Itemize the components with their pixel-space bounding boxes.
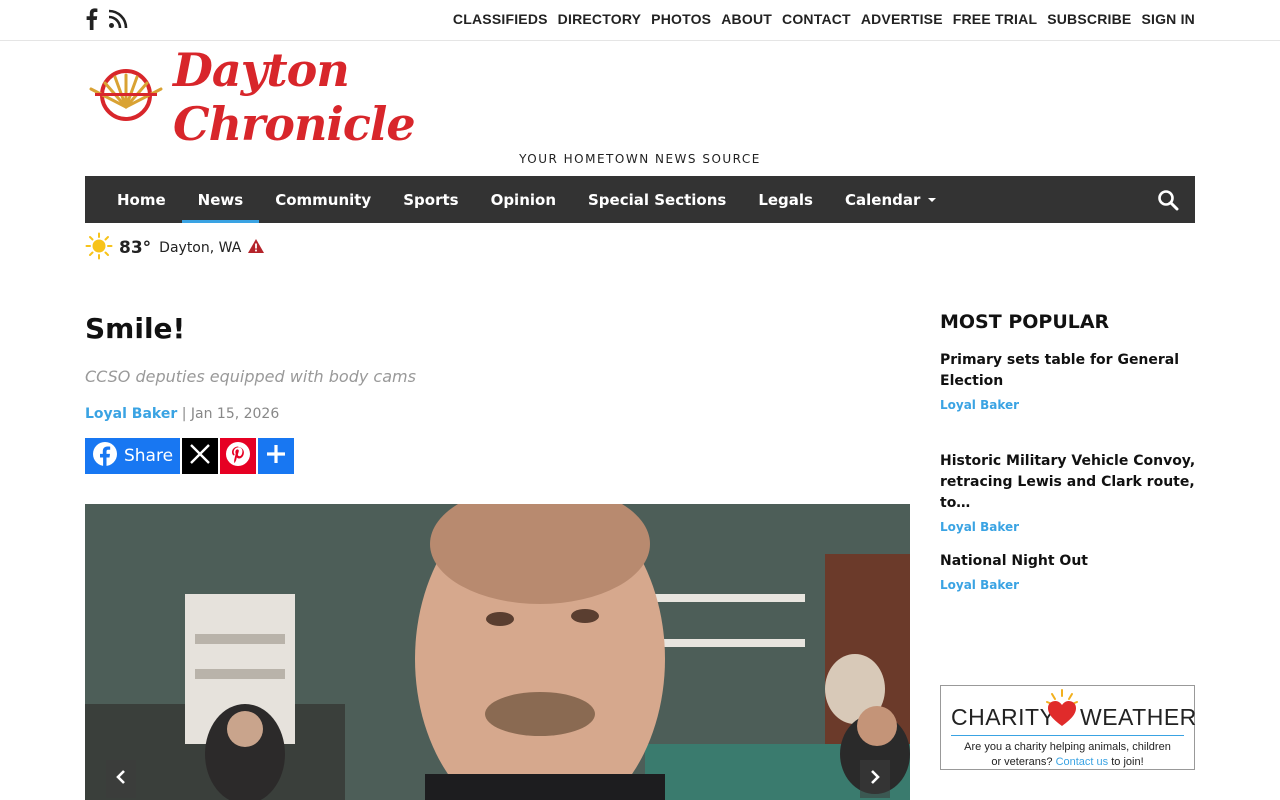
- sun-icon: [85, 232, 113, 264]
- ad-contact-link[interactable]: Contact us: [1056, 756, 1109, 768]
- share-label: Share: [123, 446, 174, 466]
- author-link[interactable]: Loyal Baker: [85, 406, 177, 422]
- rss-icon[interactable]: [108, 9, 128, 29]
- plus-icon: [265, 443, 287, 469]
- popular-item[interactable]: Primary sets table for General Election …: [940, 350, 1198, 412]
- more-share-button[interactable]: [258, 438, 294, 474]
- weather-temp: 83°: [119, 238, 152, 258]
- social-links: [85, 8, 128, 30]
- nav-opinion[interactable]: Opinion: [475, 176, 572, 223]
- popular-item-title[interactable]: Historic Military Vehicle Convoy, retrac…: [940, 451, 1198, 514]
- article-subhead: CCSO deputies equipped with body cams: [85, 367, 416, 386]
- ad-divider: [951, 735, 1184, 736]
- advertise-link[interactable]: ADVERTISE: [861, 11, 943, 27]
- facebook-circle-icon: [92, 441, 118, 472]
- utility-nav: CLASSIFIEDS DIRECTORY PHOTOS ABOUT CONTA…: [453, 11, 1195, 27]
- weather-widget[interactable]: 83° Dayton, WA: [85, 232, 265, 264]
- article-photo[interactable]: [85, 504, 910, 800]
- nav-special-sections[interactable]: Special Sections: [572, 176, 742, 223]
- most-popular-heading: MOST POPULAR: [940, 311, 1110, 333]
- ad-text-line1: Are you a charity helping animals, child…: [964, 741, 1171, 753]
- facebook-icon[interactable]: [85, 8, 98, 30]
- nav-legals[interactable]: Legals: [742, 176, 829, 223]
- site-logo[interactable]: Dayton Chronicle: [85, 43, 530, 151]
- popular-item-author[interactable]: Loyal Baker: [940, 398, 1198, 412]
- charity-weather-ad[interactable]: CHARITY WEATHER Are you a charity helpin…: [940, 685, 1197, 770]
- article-byline: Loyal Baker | Jan 15, 2026: [85, 406, 279, 422]
- ad-word-charity: CHARITY: [951, 704, 1056, 730]
- chevron-right-icon: [869, 769, 881, 789]
- chevron-left-icon: [115, 769, 127, 789]
- ad-text-line2: or veterans? Contact us to join!: [941, 755, 1194, 770]
- sign-in-link[interactable]: SIGN IN: [1141, 11, 1195, 27]
- popular-item-author[interactable]: Loyal Baker: [940, 520, 1198, 534]
- popular-item-title[interactable]: National Night Out: [940, 551, 1198, 572]
- article-date: Jan 15, 2026: [190, 406, 280, 422]
- chevron-down-icon: [928, 197, 937, 202]
- article-headline: Smile!: [85, 312, 186, 345]
- site-name: Dayton Chronicle: [173, 43, 416, 151]
- classifieds-link[interactable]: CLASSIFIEDS: [453, 11, 548, 27]
- pinterest-share-button[interactable]: [220, 438, 256, 474]
- ad-word-weather: WEATHER: [1080, 704, 1197, 730]
- nav-news[interactable]: News: [181, 176, 260, 223]
- wheat-emblem-icon: [85, 67, 167, 127]
- share-bar: Share: [85, 438, 294, 474]
- subscribe-link[interactable]: SUBSCRIBE: [1047, 11, 1131, 27]
- ad-text: Are you a charity helping animals, child…: [941, 740, 1194, 770]
- gallery-next-button[interactable]: [860, 760, 890, 798]
- gallery-prev-button[interactable]: [106, 760, 136, 798]
- ad-text-line2a: or veterans?: [991, 756, 1053, 768]
- popular-item-title[interactable]: Primary sets table for General Election: [940, 350, 1198, 392]
- directory-link[interactable]: DIRECTORY: [558, 11, 641, 27]
- x-logo-icon: [189, 443, 211, 469]
- x-share-button[interactable]: [182, 438, 218, 474]
- search-icon[interactable]: [1157, 189, 1179, 215]
- popular-item[interactable]: National Night Out Loyal Baker: [940, 551, 1198, 592]
- heart-sun-icon: [1045, 688, 1079, 732]
- popular-item-author[interactable]: Loyal Baker: [940, 578, 1198, 592]
- nav-calendar[interactable]: Calendar: [829, 176, 952, 223]
- warning-icon[interactable]: [247, 238, 265, 258]
- nav-community[interactable]: Community: [259, 176, 387, 223]
- top-utility-bar: CLASSIFIEDS DIRECTORY PHOTOS ABOUT CONTA…: [0, 0, 1280, 41]
- site-tagline: YOUR HOMETOWN NEWS SOURCE: [519, 152, 761, 166]
- facebook-share-button[interactable]: Share: [85, 438, 180, 474]
- nav-calendar-label: Calendar: [845, 190, 921, 209]
- about-link[interactable]: ABOUT: [721, 11, 772, 27]
- photos-link[interactable]: PHOTOS: [651, 11, 711, 27]
- nav-sports[interactable]: Sports: [387, 176, 474, 223]
- main-nav: Home News Community Sports Opinion Speci…: [85, 176, 1195, 223]
- contact-link[interactable]: CONTACT: [782, 11, 851, 27]
- pinterest-icon: [225, 441, 251, 471]
- free-trial-link[interactable]: FREE TRIAL: [953, 11, 1037, 27]
- nav-home[interactable]: Home: [101, 176, 182, 223]
- popular-item[interactable]: Historic Military Vehicle Convoy, retrac…: [940, 451, 1198, 534]
- weather-location: Dayton, WA: [159, 240, 242, 256]
- ad-text-line2b: to join!: [1111, 756, 1144, 768]
- byline-separator: |: [181, 406, 187, 422]
